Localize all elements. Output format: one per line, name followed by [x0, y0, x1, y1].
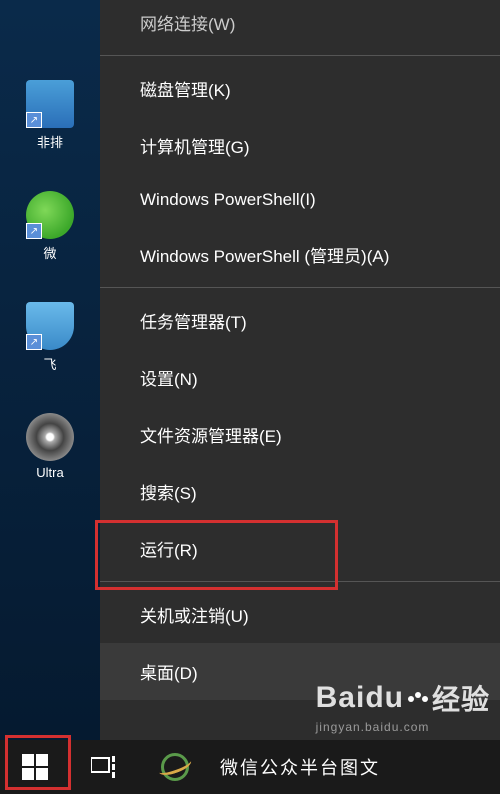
app-icon: ↗: [26, 302, 74, 350]
menu-item-powershell-admin[interactable]: Windows PowerShell (管理员)(A): [100, 226, 500, 283]
icon-label: Ultra: [20, 465, 80, 480]
taskbar-app-label[interactable]: 微信公众半台图文: [210, 754, 380, 780]
menu-item-settings[interactable]: 设置(N): [100, 349, 500, 406]
menu-item-computer-management[interactable]: 计算机管理(G): [100, 117, 500, 174]
menu-separator: [100, 581, 500, 582]
start-button[interactable]: [0, 740, 70, 794]
menu-item-search[interactable]: 搜索(S): [100, 463, 500, 520]
icon-label: 飞: [20, 354, 80, 373]
taskbar-app-ie[interactable]: [140, 740, 210, 794]
icon-label: 微: [20, 243, 80, 262]
shortcut-arrow-icon: ↗: [26, 334, 42, 350]
ie-icon: [161, 753, 189, 781]
windows-logo-icon: [22, 754, 48, 780]
desktop-icon[interactable]: Ultra: [20, 413, 80, 480]
menu-separator: [100, 287, 500, 288]
taskview-icon: [91, 756, 119, 778]
wechat-icon: ↗: [26, 191, 74, 239]
shortcut-arrow-icon: ↗: [26, 112, 42, 128]
menu-item-file-explorer[interactable]: 文件资源管理器(E): [100, 406, 500, 463]
menu-item-task-manager[interactable]: 任务管理器(T): [100, 292, 500, 349]
desktop-icon[interactable]: ↗ 非排: [20, 80, 80, 151]
shortcut-arrow-icon: ↗: [26, 223, 42, 239]
menu-item-disk-management[interactable]: 磁盘管理(K): [100, 60, 500, 117]
menu-item-powershell[interactable]: Windows PowerShell(I): [100, 174, 500, 226]
app-icon: ↗: [26, 80, 74, 128]
paw-icon: [408, 692, 428, 704]
desktop-area: ↗ 非排 ↗ 微 ↗ 飞 Ultra: [0, 0, 100, 740]
watermark-url: jingyan.baidu.com: [316, 720, 490, 734]
disc-icon: [26, 413, 74, 461]
desktop-icon[interactable]: ↗ 微: [20, 191, 80, 262]
menu-item-partial[interactable]: 网络连接(W): [100, 0, 500, 51]
taskview-button[interactable]: [70, 740, 140, 794]
menu-separator: [100, 55, 500, 56]
menu-item-shutdown[interactable]: 关机或注销(U): [100, 586, 500, 643]
taskbar: 微信公众半台图文: [0, 740, 500, 794]
icon-label: 非排: [20, 132, 80, 151]
menu-item-run[interactable]: 运行(R): [100, 520, 500, 577]
watermark-brand: Baidu: [316, 681, 404, 715]
watermark-cn: 经验: [432, 678, 490, 718]
desktop-icon[interactable]: ↗ 飞: [20, 302, 80, 373]
winx-context-menu: 网络连接(W) 磁盘管理(K) 计算机管理(G) Windows PowerSh…: [100, 0, 500, 740]
watermark: Baidu 经验 jingyan.baidu.com: [316, 678, 490, 734]
